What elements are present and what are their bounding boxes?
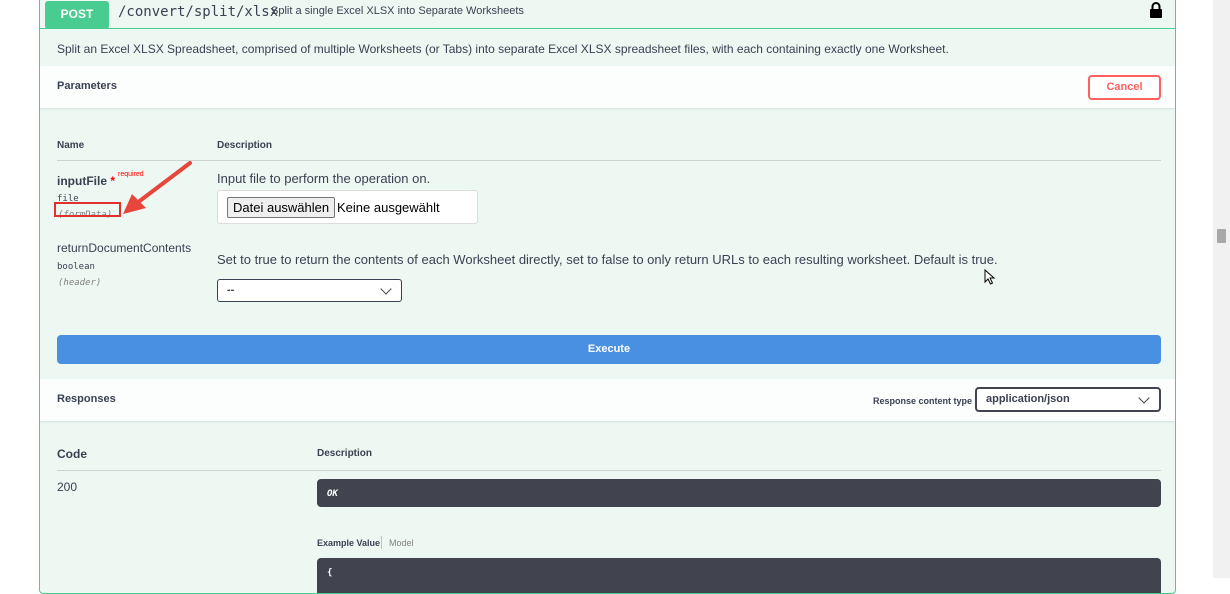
tab-model[interactable]: Model bbox=[389, 538, 414, 548]
required-label: required bbox=[118, 171, 144, 178]
chevron-down-icon bbox=[380, 283, 392, 295]
execute-button[interactable]: Execute bbox=[57, 335, 1161, 364]
column-header-response-description: Description bbox=[317, 448, 373, 459]
page-scrollbar[interactable] bbox=[1213, 0, 1230, 578]
column-header-description: Description bbox=[217, 140, 273, 151]
annotation-highlight-box bbox=[54, 202, 121, 217]
return-contents-select[interactable]: -- bbox=[217, 279, 402, 302]
example-value-block: { bbox=[317, 558, 1161, 593]
tab-example-value[interactable]: Example Value bbox=[317, 538, 380, 548]
lock-icon[interactable] bbox=[1149, 1, 1163, 19]
response-content-type-label: Response content type bbox=[873, 396, 973, 406]
cancel-button[interactable]: Cancel bbox=[1088, 75, 1161, 100]
file-input[interactable]: Datei auswählen Keine ausgewählt bbox=[217, 190, 478, 224]
scrollbar-thumb[interactable] bbox=[1217, 229, 1226, 243]
required-star: * bbox=[110, 174, 116, 188]
operation-description: Split an Excel XLSX Spreadsheet, compris… bbox=[57, 42, 949, 56]
select-value: -- bbox=[227, 284, 235, 296]
param-in-returndocumentcontents: (header) bbox=[58, 278, 102, 288]
column-header-name: Name bbox=[57, 140, 85, 151]
tab-separator bbox=[381, 536, 382, 549]
param-name-inputfile: inputFile * bbox=[57, 174, 115, 188]
param-type-returndocumentcontents: boolean bbox=[57, 262, 95, 272]
column-header-code: Code bbox=[57, 447, 87, 461]
response-description-block: OK bbox=[317, 479, 1161, 507]
file-status-label: Keine ausgewählt bbox=[337, 200, 440, 215]
mouse-cursor-icon bbox=[984, 269, 996, 285]
operation-summary[interactable]: POST /convert/split/xlsx Split a single … bbox=[40, 0, 1175, 29]
response-description-text: OK bbox=[327, 489, 338, 499]
parameters-header: Parameters Cancel bbox=[40, 66, 1175, 108]
response-code: 200 bbox=[57, 480, 78, 494]
parameters-title: Parameters bbox=[57, 80, 117, 92]
method-badge: POST bbox=[45, 1, 109, 29]
operation-block: POST /convert/split/xlsx Split a single … bbox=[39, 0, 1176, 594]
select-value: application/json bbox=[986, 393, 1070, 405]
responses-header: Responses Response content type applicat… bbox=[40, 379, 1175, 421]
operation-path: /convert/split/xlsx bbox=[118, 4, 279, 20]
param-name-text: inputFile bbox=[57, 174, 107, 188]
responses-divider bbox=[57, 470, 1161, 471]
chevron-down-icon bbox=[1138, 392, 1150, 404]
operation-summary-text: Split a single Excel XLSX into Separate … bbox=[271, 5, 524, 17]
param-description-returndocumentcontents: Set to true to return the contents of ea… bbox=[217, 252, 998, 267]
param-description-inputfile: Input file to perform the operation on. bbox=[217, 171, 431, 186]
choose-file-button[interactable]: Datei auswählen bbox=[227, 197, 336, 218]
param-name-returndocumentcontents: returnDocumentContents bbox=[57, 241, 192, 255]
parameters-divider bbox=[57, 160, 1161, 161]
responses-title: Responses bbox=[57, 393, 116, 405]
example-code-text: { bbox=[327, 568, 333, 578]
response-content-type-select[interactable]: application/json bbox=[975, 387, 1161, 412]
